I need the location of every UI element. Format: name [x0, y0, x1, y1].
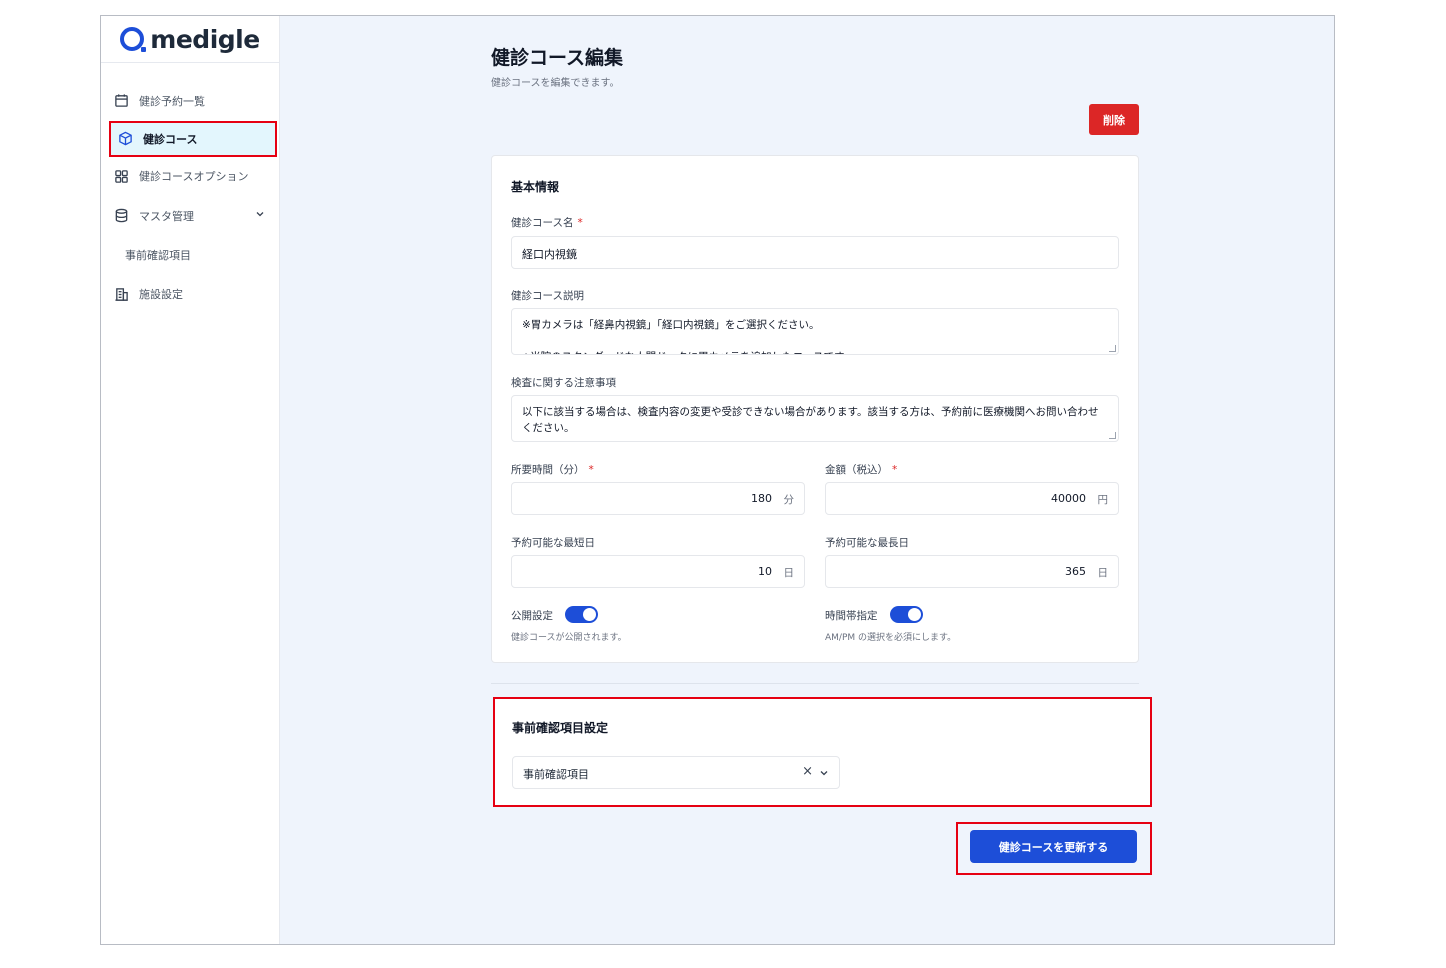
sidebar-item-courses[interactable]: 健診コース: [109, 120, 277, 157]
max-days-label: 予約可能な最長日: [825, 537, 909, 549]
price-label: 金額（税込） *: [825, 464, 898, 476]
description-label: 健診コース説明: [511, 290, 584, 302]
required-mark: *: [588, 464, 594, 476]
sidebar-nav: 健診予約一覧 健診コース 健診コースオプション マスタ管理 事前確認項目 施設設…: [101, 63, 279, 314]
update-button-highlight: 健診コースを更新する: [956, 822, 1152, 875]
duration-label: 所要時間（分） *: [511, 464, 594, 476]
sidebar-item-facility[interactable]: 施設設定: [101, 275, 279, 315]
price-input[interactable]: 40000 円: [825, 482, 1119, 515]
min-days-input[interactable]: 10 日: [511, 555, 805, 588]
page-title: 健診コース編集: [491, 47, 624, 69]
publish-label: 公開設定: [511, 610, 553, 622]
sidebar-item-label: 健診予約一覧: [139, 94, 205, 108]
app-frame: medigle 健診予約一覧 健診コース 健診コースオプション マスタ管理 事前…: [100, 15, 1335, 945]
course-name-label: 健診コース名 *: [511, 217, 583, 229]
cube-icon: [117, 131, 133, 147]
timeslot-label: 時間帯指定: [825, 610, 878, 622]
chevron-down-icon[interactable]: [255, 209, 265, 222]
sidebar-item-label: マスタ管理: [139, 209, 194, 223]
delete-button[interactable]: 削除: [1089, 104, 1139, 135]
notes-textarea[interactable]: 以下に該当する場合は、検査内容の変更や受診できない場合があります。該当する方は、…: [511, 395, 1119, 442]
sidebar-item-reservations[interactable]: 健診予約一覧: [101, 81, 279, 121]
logo-mark-icon: [120, 27, 147, 52]
calendar-icon: [113, 93, 129, 109]
min-days-label: 予約可能な最短日: [511, 537, 595, 549]
sidebar-item-master[interactable]: マスタ管理: [101, 196, 279, 236]
precheck-select[interactable]: 事前確認項目 ×: [512, 756, 840, 789]
sidebar: medigle 健診予約一覧 健診コース 健診コースオプション マスタ管理 事前…: [101, 16, 280, 944]
timeslot-hint: AM/PM の選択を必須にします。: [825, 633, 957, 643]
precheck-title: 事前確認項目設定: [512, 721, 609, 735]
description-textarea[interactable]: ※胃カメラは「経鼻内視鏡」「経口内視鏡」をご選択ください。 ◆当院のスタンダード…: [511, 308, 1119, 355]
basic-info-title: 基本情報: [511, 180, 560, 194]
publish-toggle[interactable]: [565, 606, 598, 623]
database-icon: [113, 208, 129, 224]
timeslot-toggle[interactable]: [890, 606, 923, 623]
notes-label: 検査に関する注意事項: [511, 377, 616, 389]
update-course-button[interactable]: 健診コースを更新する: [970, 830, 1137, 863]
building-icon: [113, 286, 129, 302]
sidebar-item-label: 健診コースオプション: [139, 170, 249, 184]
precheck-card: 事前確認項目設定 事前確認項目 ×: [493, 697, 1152, 807]
section-divider: [491, 683, 1139, 684]
basic-info-card: 基本情報 健診コース名 * 経口内視鏡 健診コース説明 ※胃カメラは「経鼻内視鏡」…: [491, 155, 1139, 663]
duration-input[interactable]: 180 分: [511, 482, 805, 515]
grid-icon: [113, 168, 129, 184]
chevron-down-icon[interactable]: [819, 768, 829, 781]
clear-icon[interactable]: ×: [802, 764, 813, 779]
sidebar-subitem-precheck[interactable]: 事前確認項目: [101, 236, 279, 275]
required-mark: *: [577, 217, 583, 229]
required-mark: *: [892, 464, 898, 476]
max-days-input[interactable]: 365 日: [825, 555, 1119, 588]
resize-handle-icon[interactable]: [1109, 345, 1116, 352]
resize-handle-icon[interactable]: [1109, 432, 1116, 439]
sidebar-item-course-options[interactable]: 健診コースオプション: [101, 157, 279, 197]
sidebar-item-label: 健診コース: [143, 132, 198, 146]
sidebar-item-label: 施設設定: [139, 288, 183, 302]
logo[interactable]: medigle: [101, 16, 279, 63]
page-subtitle: 健診コースを編集できます。: [491, 78, 620, 89]
logo-text: medigle: [150, 24, 260, 54]
publish-hint: 健診コースが公開されます。: [511, 633, 627, 643]
course-name-input[interactable]: 経口内視鏡: [511, 236, 1119, 269]
